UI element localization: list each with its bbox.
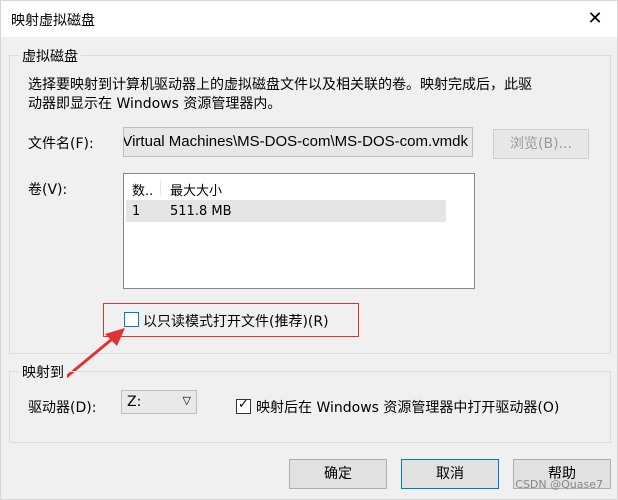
filename-value: s\Virtual Machines\MS-DOS-com\MS-DOS-com… [123, 133, 468, 150]
ok-button[interactable]: 确定 [289, 459, 387, 489]
description-line-2: 动器即显示在 Windows 资源管理器内。 [28, 96, 282, 112]
drive-select[interactable]: Z: ▽ [121, 390, 197, 414]
filename-label: 文件名(F): [28, 136, 94, 152]
open-explorer-checkbox[interactable] [236, 397, 251, 414]
chevron-down-icon: ▽ [182, 394, 191, 407]
map-to-legend: 映射到 [19, 362, 67, 382]
watermark: CSDN @Quase7 [515, 478, 603, 491]
drive-value: Z: [127, 394, 142, 410]
dialog-window: 映射虚拟磁盘 ✕ 虚拟磁盘 选择要映射到计算机驱动器上的虚拟磁盘文件以及相关联的… [0, 0, 618, 500]
title-bar: 映射虚拟磁盘 ✕ [1, 1, 617, 37]
volume-label: 卷(V): [28, 182, 68, 198]
close-icon[interactable]: ✕ [583, 7, 607, 31]
browse-button[interactable]: 浏览(B)... [493, 129, 589, 159]
volume-list[interactable]: 数.. 最大大小 1 511.8 MB [123, 173, 475, 289]
table-row[interactable]: 1 511.8 MB [126, 200, 446, 222]
cancel-button[interactable]: 取消 [401, 459, 499, 489]
volume-number: 1 [132, 204, 141, 219]
window-title: 映射虚拟磁盘 [11, 13, 95, 29]
filename-field[interactable]: s\Virtual Machines\MS-DOS-com\MS-DOS-com… [123, 127, 473, 157]
drive-label: 驱动器(D): [28, 400, 97, 416]
volume-size: 511.8 MB [170, 204, 232, 219]
description-line-1: 选择要映射到计算机驱动器上的虚拟磁盘文件以及相关联的卷。映射完成后，此驱 [28, 77, 532, 93]
column-header-size[interactable]: 最大大小 [170, 180, 222, 199]
column-header-number[interactable]: 数.. [132, 180, 153, 199]
open-explorer-checkbox-label[interactable]: 映射后在 Windows 资源管理器中打开驱动器(O) [256, 397, 559, 417]
volume-list-header: 数.. 最大大小 [126, 176, 446, 200]
readonly-checkbox-label[interactable]: 以只读模式打开文件(推荐)(R) [143, 311, 329, 331]
virtual-disk-legend: 虚拟磁盘 [19, 46, 81, 66]
